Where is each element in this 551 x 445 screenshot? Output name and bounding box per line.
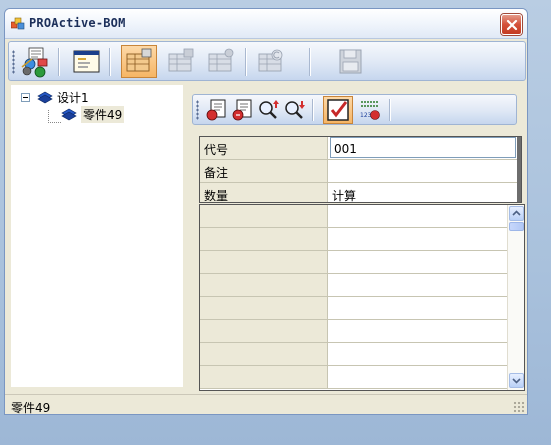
import-icon <box>206 99 226 121</box>
detail-toolbar: 123 <box>192 94 517 125</box>
chevron-down-icon <box>512 378 521 384</box>
bom-settings-button[interactable] <box>203 45 239 78</box>
search-down-icon <box>285 101 305 119</box>
export-icon <box>232 99 252 121</box>
bom-view-button[interactable] <box>121 45 157 78</box>
assembly-icon <box>37 91 53 104</box>
parts-manager-button[interactable] <box>18 45 54 78</box>
import-button[interactable] <box>205 98 229 122</box>
search-down-button[interactable] <box>283 98 307 122</box>
form-window-icon <box>73 50 100 73</box>
table-cell[interactable] <box>329 343 507 365</box>
table-cell[interactable] <box>200 228 328 250</box>
property-row-code[interactable]: 代号 001 <box>200 137 521 160</box>
table-row[interactable] <box>200 274 507 297</box>
toolbar-grip[interactable] <box>196 100 199 120</box>
collapse-icon[interactable] <box>21 92 30 102</box>
toolbar-separator <box>58 48 59 76</box>
parts-manager-icon <box>21 47 48 78</box>
property-row-quantity[interactable]: 数量 计算 <box>200 183 521 202</box>
window-title: PROActive-BOM <box>29 16 126 30</box>
grid-vertical-scrollbar[interactable] <box>507 205 524 390</box>
scroll-up-button[interactable] <box>509 206 524 221</box>
tree-connector <box>48 110 49 122</box>
checkbox-checked-icon <box>327 99 349 121</box>
properties-grid: 代号 001 备注 数量 计算 <box>199 136 522 203</box>
numbering-button[interactable]: 123 <box>358 98 382 122</box>
tree-child-label: 零件49 <box>81 105 125 123</box>
table-cell[interactable] <box>329 274 507 296</box>
numbering-icon: 123 <box>360 101 380 120</box>
scroll-thumb[interactable] <box>509 222 524 231</box>
table-row[interactable] <box>200 228 507 251</box>
table-cell[interactable] <box>200 320 328 342</box>
close-button[interactable] <box>501 14 522 35</box>
bom-data-grid[interactable] <box>199 204 525 391</box>
resize-grip-icon[interactable] <box>513 401 525 413</box>
bom-edit-button[interactable] <box>163 45 199 78</box>
bom-settings-icon <box>208 48 234 72</box>
app-window: PROActive-BOM 设计1 零件49 123 代号 001 备注 数量 … <box>4 8 528 415</box>
table-cell[interactable] <box>329 205 507 227</box>
property-value-input[interactable] <box>329 160 517 182</box>
property-value-input[interactable]: 001 <box>330 137 516 158</box>
bom-copy-button[interactable] <box>253 45 289 78</box>
scroll-down-button[interactable] <box>509 373 524 388</box>
close-icon <box>506 19 518 31</box>
property-value-input[interactable]: 计算 <box>329 183 517 202</box>
property-key: 代号 <box>200 137 328 159</box>
table-cell[interactable] <box>329 228 507 250</box>
table-row[interactable] <box>200 320 507 343</box>
tree-panel[interactable]: 设计1 零件49 <box>11 85 183 387</box>
table-cell[interactable] <box>329 366 507 388</box>
part-icon <box>61 108 77 121</box>
status-text: 零件49 <box>11 401 51 415</box>
table-cell[interactable] <box>200 297 328 319</box>
svg-text:123: 123 <box>360 112 372 119</box>
bom-copy-icon <box>258 49 283 72</box>
app-icon <box>10 17 25 31</box>
table-row[interactable] <box>200 205 507 228</box>
table-row[interactable] <box>200 366 507 389</box>
check-toggle-button[interactable] <box>323 96 353 124</box>
search-up-icon <box>259 100 279 119</box>
table-row[interactable] <box>200 251 507 274</box>
toolbar-grip[interactable] <box>12 50 15 74</box>
table-cell[interactable] <box>329 297 507 319</box>
search-up-button[interactable] <box>257 98 281 122</box>
tree-node-child[interactable]: 零件49 <box>60 105 125 123</box>
table-cell[interactable] <box>200 251 328 273</box>
toolbar-separator <box>245 48 246 76</box>
table-cell[interactable] <box>329 320 507 342</box>
toolbar-separator <box>309 48 310 76</box>
chevron-up-icon <box>512 210 521 216</box>
title-bar[interactable]: PROActive-BOM <box>5 9 527 39</box>
toolbar-separator <box>312 99 313 121</box>
main-toolbar <box>8 41 526 81</box>
table-cell[interactable] <box>200 343 328 365</box>
tree-connector <box>48 122 62 123</box>
save-icon <box>339 49 362 74</box>
detail-panel: 123 代号 001 备注 数量 计算 <box>188 85 526 391</box>
property-key: 备注 <box>200 160 328 182</box>
bom-view-icon <box>126 48 152 72</box>
table-row[interactable] <box>200 343 507 366</box>
tree-node-root[interactable]: 设计1 <box>21 89 89 105</box>
status-bar: 零件49 <box>5 394 527 415</box>
table-cell[interactable] <box>200 366 328 388</box>
property-key: 数量 <box>200 183 328 202</box>
properties-scrollbar[interactable] <box>517 137 521 202</box>
export-button[interactable] <box>231 98 255 122</box>
property-row-remark[interactable]: 备注 <box>200 160 521 183</box>
bom-edit-icon <box>168 48 194 72</box>
form-window-button[interactable] <box>68 45 104 78</box>
table-cell[interactable] <box>200 205 328 227</box>
table-row[interactable] <box>200 297 507 320</box>
table-cell[interactable] <box>200 274 328 296</box>
tree-root-label: 设计1 <box>57 90 89 105</box>
toolbar-separator <box>109 48 110 76</box>
toolbar-separator <box>389 99 390 121</box>
save-button[interactable] <box>333 45 369 78</box>
table-cell[interactable] <box>329 251 507 273</box>
